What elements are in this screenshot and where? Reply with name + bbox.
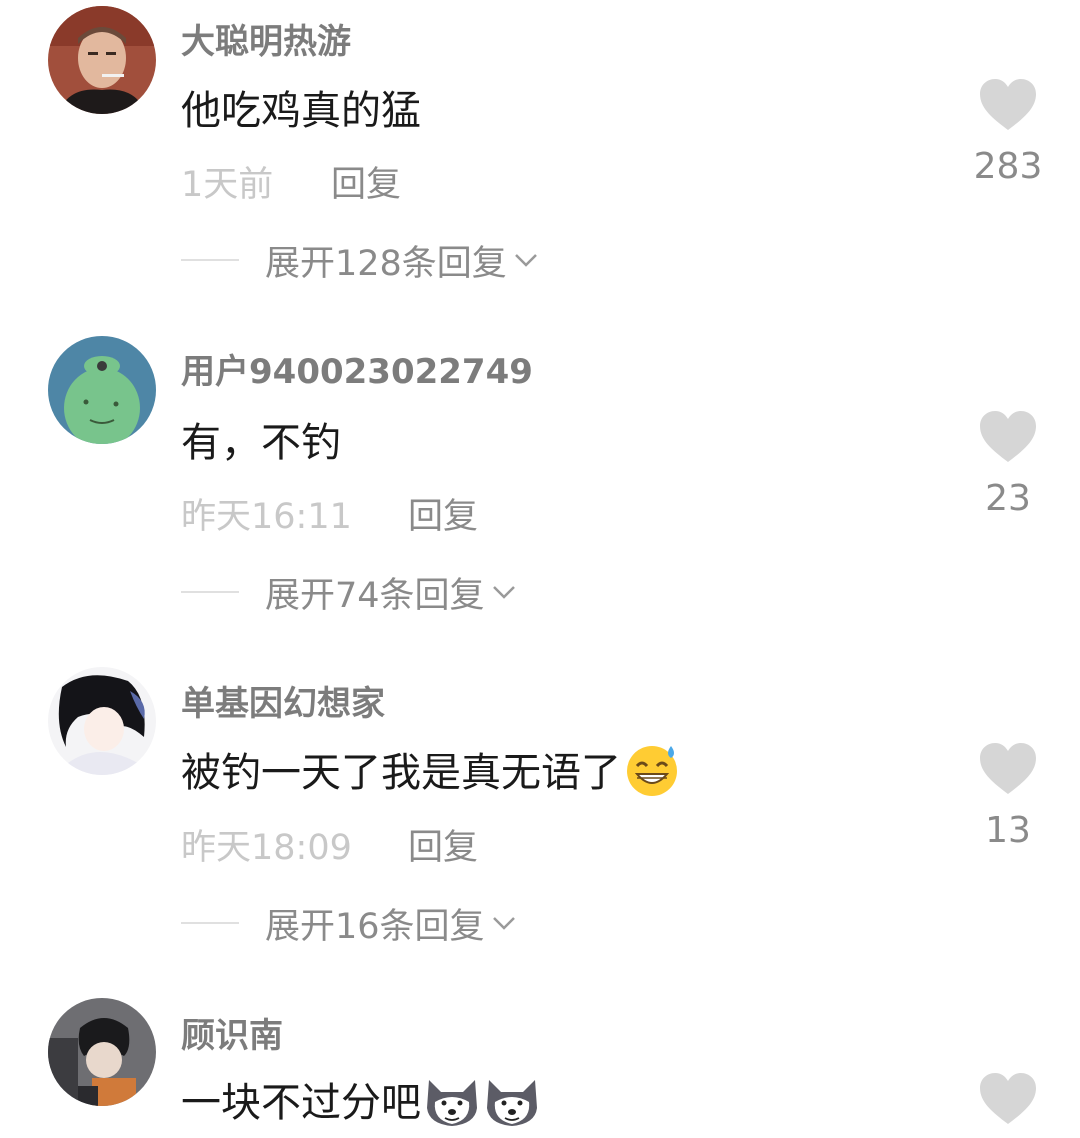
username[interactable]: 大聪明热游 [181, 14, 351, 63]
grinning-sweat-emoji [623, 740, 681, 798]
like-button[interactable]: 23 [968, 410, 1048, 519]
user-avatar[interactable] [48, 336, 156, 444]
heart-icon [980, 79, 1036, 130]
heart-icon [980, 1073, 1036, 1124]
like-count: 23 [985, 478, 1031, 519]
comment-time: 昨天16:11 [181, 497, 352, 537]
like-button[interactable]: 13 [968, 742, 1048, 851]
heart-icon [980, 411, 1036, 462]
expand-replies-button[interactable]: 展开16条回复 [181, 901, 519, 947]
like-count: 13 [985, 810, 1031, 851]
username[interactable]: 用户940023022749 [181, 344, 533, 393]
user-avatar[interactable] [48, 667, 156, 775]
comment-meta: 1天前 回复 [181, 156, 401, 207]
chevron-down-icon [492, 586, 515, 599]
divider [181, 922, 239, 924]
comment-list: 大聪明热游 他吃鸡真的猛 1天前 回复 283 展开128条回复 用户94002… [0, 0, 1080, 1138]
man-smoking-avatar [48, 6, 156, 114]
divider [181, 259, 239, 261]
doge-emoji [483, 1070, 541, 1128]
expand-replies-label: 展开128条回复 [265, 243, 507, 284]
reply-button[interactable]: 回复 [331, 156, 401, 207]
reply-button[interactable]: 回复 [408, 819, 478, 870]
chevron-down-icon [514, 254, 537, 267]
like-button[interactable]: 283 [968, 78, 1048, 187]
comment-text: 被钓一天了我是真无语了 [181, 740, 681, 798]
comment-time: 1天前 [181, 165, 274, 205]
doge-emoji [423, 1070, 481, 1128]
green-frog-avatar [48, 336, 156, 444]
anime-boy-avatar [48, 998, 156, 1106]
comment-meta: 昨天18:09 回复 [181, 819, 478, 870]
comment-meta: 昨天16:11 回复 [181, 488, 478, 539]
username[interactable]: 单基因幻想家 [181, 676, 385, 725]
heart-icon [980, 743, 1036, 794]
comment-text: 他吃鸡真的猛 [181, 88, 421, 134]
user-avatar[interactable] [48, 998, 156, 1106]
comment-text: 一块不过分吧 [181, 1070, 541, 1128]
anime-girl-avatar [48, 667, 156, 775]
like-button[interactable] [968, 1072, 1048, 1126]
comment-text: 有，不钓 [181, 420, 341, 466]
reply-button[interactable]: 回复 [408, 488, 478, 539]
user-avatar[interactable] [48, 6, 156, 114]
comment-time: 昨天18:09 [181, 828, 352, 868]
divider [181, 591, 239, 593]
expand-replies-label: 展开16条回复 [265, 906, 485, 947]
expand-replies-button[interactable]: 展开128条回复 [181, 238, 541, 284]
expand-replies-label: 展开74条回复 [265, 575, 485, 616]
username[interactable]: 顾识南 [181, 1008, 283, 1057]
chevron-down-icon [492, 917, 515, 930]
expand-replies-button[interactable]: 展开74条回复 [181, 570, 519, 616]
like-count: 283 [973, 146, 1043, 187]
